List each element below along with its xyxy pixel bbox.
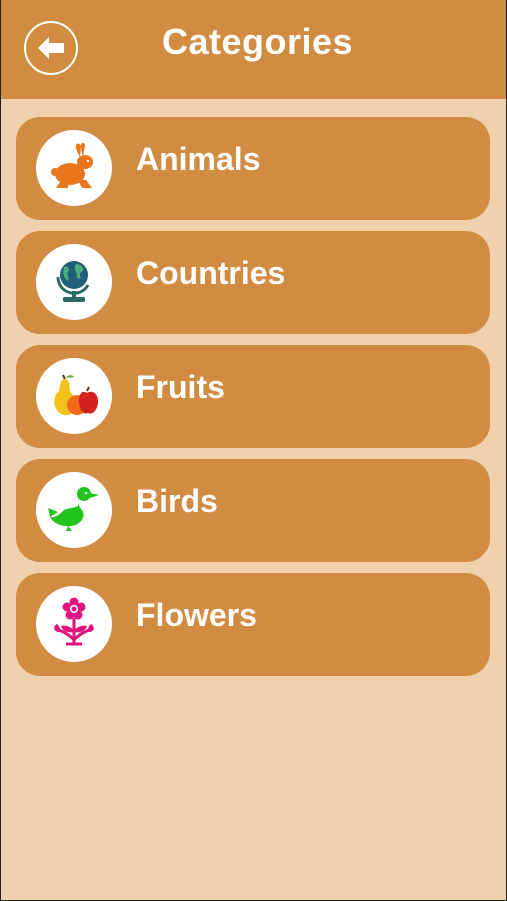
category-list: Animals Countries Fruits Birds Flowers bbox=[16, 117, 490, 687]
category-label: Animals bbox=[136, 141, 261, 177]
category-label: Countries bbox=[136, 255, 286, 291]
category-label: Flowers bbox=[136, 597, 257, 633]
category-icon-container bbox=[36, 472, 112, 548]
flower-icon bbox=[49, 596, 99, 653]
category-item-fruits[interactable]: Fruits bbox=[16, 345, 490, 448]
category-item-birds[interactable]: Birds bbox=[16, 459, 490, 562]
category-label: Fruits bbox=[136, 369, 225, 405]
rabbit-icon bbox=[48, 142, 100, 195]
category-icon-container bbox=[36, 358, 112, 434]
duck-icon bbox=[46, 484, 102, 537]
globe-icon bbox=[50, 255, 98, 310]
category-icon-container bbox=[36, 244, 112, 320]
category-icon-container bbox=[36, 586, 112, 662]
fruits-icon bbox=[47, 369, 101, 424]
page-title: Categories bbox=[161, 21, 354, 62]
category-item-animals[interactable]: Animals bbox=[16, 117, 490, 220]
category-label: Birds bbox=[136, 483, 218, 519]
category-item-flowers[interactable]: Flowers bbox=[16, 573, 490, 676]
app-header: Categories bbox=[0, 0, 507, 99]
category-icon-container bbox=[36, 130, 112, 206]
category-item-countries[interactable]: Countries bbox=[16, 231, 490, 334]
